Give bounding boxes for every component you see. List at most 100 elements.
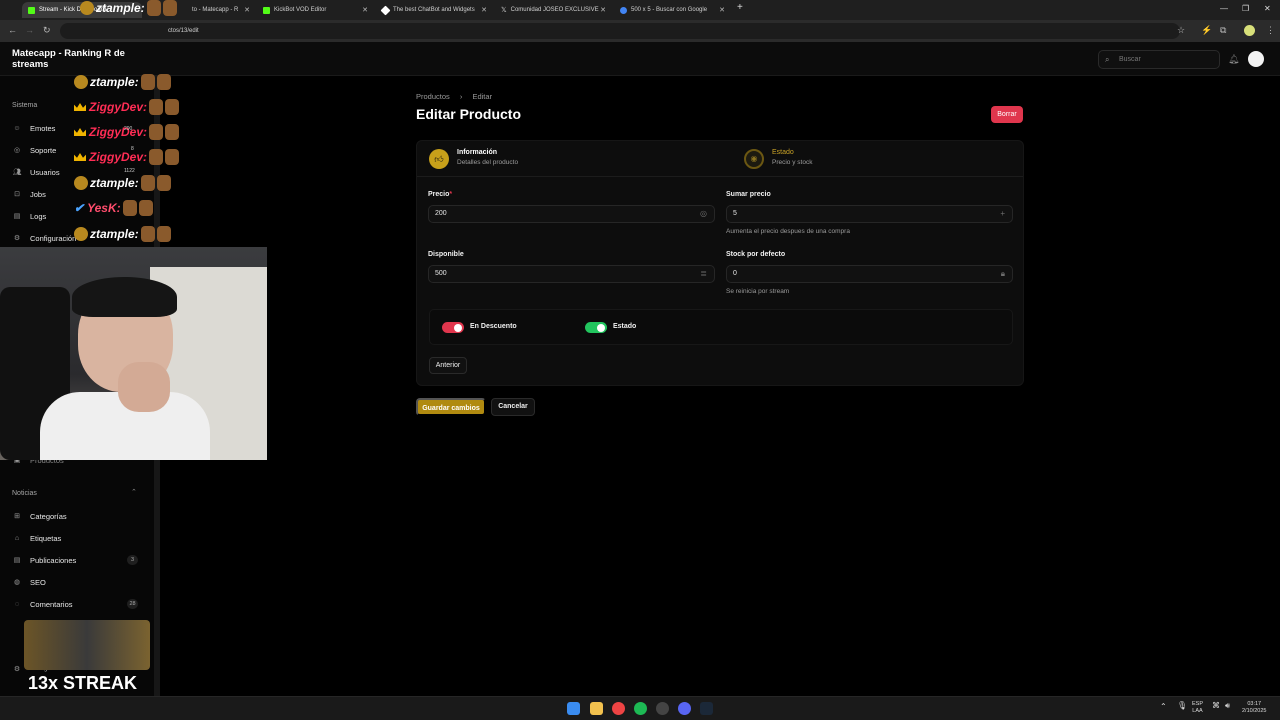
- discount-toggle[interactable]: [442, 322, 464, 333]
- tab-google[interactable]: 500 x 5 - Buscar con Google ✕: [614, 2, 729, 18]
- previous-button[interactable]: Anterior: [429, 357, 467, 374]
- breadcrumb-products[interactable]: Productos: [416, 92, 450, 101]
- close-icon[interactable]: ✕: [600, 6, 606, 14]
- close-icon[interactable]: ✕: [362, 6, 368, 14]
- close-icon[interactable]: ✕: [481, 6, 487, 14]
- spotify-icon[interactable]: [634, 702, 647, 715]
- app-header: Matecapp - Ranking R de streams ⌕ Buscar…: [0, 42, 1280, 76]
- volume-icon[interactable]: 🔊︎: [1225, 702, 1230, 710]
- close-icon[interactable]: ✕: [719, 6, 725, 14]
- profile-icon[interactable]: [1244, 25, 1255, 36]
- plus-icon: +: [1000, 209, 1005, 218]
- sidebar-item-categories[interactable]: ⊞ Categorías: [12, 509, 140, 523]
- forward-icon[interactable]: →: [25, 25, 34, 35]
- chrome-icon[interactable]: [612, 702, 625, 715]
- chevron-up-icon[interactable]: ⌃: [131, 488, 137, 496]
- windows-start-icon[interactable]: [567, 702, 580, 715]
- menu-icon[interactable]: ⋮: [1266, 25, 1275, 36]
- sidebar-item-posts[interactable]: ▤ Publicaciones 3: [12, 553, 140, 567]
- globe-icon: ◍: [13, 579, 21, 586]
- minimize-icon[interactable]: —: [1220, 4, 1228, 13]
- step-title[interactable]: Estado: [772, 149, 794, 156]
- sidebar-item-tags[interactable]: ⌂ Etiquetas: [12, 531, 140, 545]
- page-title: Editar Producto: [416, 106, 522, 122]
- language-code: ESP: [1192, 701, 1204, 707]
- available-input[interactable]: 500 ≣: [428, 265, 715, 283]
- maximize-icon[interactable]: ❐: [1242, 4, 1249, 13]
- webcam-feed: [0, 247, 267, 460]
- chat-username: ZiggyDev:: [89, 125, 148, 139]
- new-tab-icon[interactable]: +: [737, 2, 743, 13]
- kick-icon: [263, 6, 270, 14]
- keyboard-layout: LAA: [1192, 708, 1203, 714]
- close-window-icon[interactable]: ✕: [1264, 4, 1271, 13]
- add-price-input[interactable]: 5 +: [726, 205, 1013, 223]
- avatar[interactable]: [1248, 51, 1264, 67]
- chat-message: ZiggyDev:: [74, 99, 180, 115]
- language-indicator[interactable]: ESP LAA: [1192, 701, 1203, 715]
- file-explorer-icon[interactable]: [590, 702, 603, 715]
- tab-label: The best ChatBot and Widgets: [393, 7, 475, 13]
- toggle-knob: [597, 323, 605, 332]
- emote-icon: [165, 124, 180, 140]
- search-input[interactable]: ⌕ Buscar: [1098, 50, 1220, 69]
- users-icon: 👥︎: [12, 169, 22, 176]
- tab-chatbot[interactable]: The best ChatBot and Widgets ✕: [376, 2, 491, 18]
- microphone-icon[interactable]: 🎙︎: [1177, 702, 1187, 710]
- close-icon[interactable]: ✕: [244, 6, 250, 14]
- toggle-group: En Descuento Estado: [429, 309, 1013, 345]
- save-button[interactable]: Guardar cambios: [416, 398, 486, 416]
- back-icon[interactable]: ←: [8, 25, 17, 35]
- chat-username: YesK:: [87, 201, 121, 215]
- network-icon[interactable]: ⌘: [1212, 702, 1220, 710]
- add-price-hint: Aumenta el precio despues de una compra: [726, 228, 850, 235]
- sidebar-item-seo[interactable]: ◍ SEO: [12, 575, 140, 589]
- lifebuoy-icon: ◎: [13, 147, 21, 154]
- clock[interactable]: 03:17 2/10/2025: [1242, 701, 1266, 715]
- extension-icon[interactable]: ⚡: [1201, 25, 1212, 36]
- status-toggle[interactable]: [585, 322, 607, 333]
- sidebar-item-comments[interactable]: ◌ Comentarios 28: [12, 597, 140, 611]
- emote-icon: [165, 99, 180, 115]
- chat-username: ztample:: [96, 1, 145, 15]
- crown-badge-icon: [74, 128, 86, 136]
- emote-icon: [138, 200, 153, 216]
- price-input[interactable]: 200 ◎: [428, 205, 715, 223]
- status-toggle-label: Estado: [613, 323, 637, 330]
- cancel-button[interactable]: Cancelar: [491, 398, 535, 416]
- price-label: Precio*: [428, 191, 453, 198]
- sidebar-item-label: Emotes: [30, 123, 56, 133]
- taskbar: ⌃ 🎙︎ ESP LAA ⌘ 🔊︎ 03:17 2/10/2025: [0, 696, 1280, 720]
- chevron-up-icon[interactable]: ⌃: [1160, 703, 1167, 711]
- tab-community[interactable]: 𝕏 Comunidad JOSEO EXCLUSIVE ✕: [495, 2, 610, 18]
- step-subtitle: Detalles del producto: [457, 159, 519, 166]
- tab-label: Comunidad JOSEO EXCLUSIVE: [510, 7, 599, 13]
- extensions-puzzle-icon[interactable]: ⧉: [1220, 25, 1226, 36]
- sidebar-group-system: Sistema: [12, 102, 38, 109]
- tab-kickbot[interactable]: KickBot VOD Editor ✕: [257, 2, 372, 18]
- discord-icon[interactable]: [678, 702, 691, 715]
- sidebar-group-news: Noticias: [12, 490, 37, 497]
- chat-count: 1122: [124, 168, 135, 174]
- reload-icon[interactable]: ↻: [43, 25, 51, 36]
- search-placeholder: Buscar: [1119, 56, 1141, 63]
- delete-button[interactable]: Borrar: [991, 106, 1023, 123]
- stack-icon: ≣: [700, 269, 707, 278]
- thumbs-up-icon: 👍︎: [429, 149, 449, 169]
- step-title[interactable]: Información: [457, 149, 497, 156]
- default-stock-input[interactable]: 0 🔒︎: [726, 265, 1013, 283]
- sidebar-item-label: Categorías: [30, 511, 67, 521]
- default-stock-hint: Se reinicia por stream: [726, 288, 790, 295]
- chat-username: ZiggyDev:: [89, 100, 148, 114]
- gear-icon: ⚙: [13, 235, 21, 242]
- tab-label: 500 x 5 - Buscar con Google: [631, 7, 708, 13]
- steam-icon[interactable]: [700, 702, 713, 715]
- obs-icon[interactable]: [656, 702, 669, 715]
- bookmark-star-icon[interactable]: ☆: [1177, 25, 1185, 36]
- url-input[interactable]: ctos/13/edit: [60, 23, 1180, 39]
- count-badge: 3: [127, 555, 138, 565]
- chat-message: ztample:: [74, 175, 171, 191]
- bell-icon[interactable]: 🔔︎: [1228, 54, 1239, 65]
- crown-badge-icon: [74, 103, 86, 111]
- chat-message: ztample:: [80, 0, 177, 16]
